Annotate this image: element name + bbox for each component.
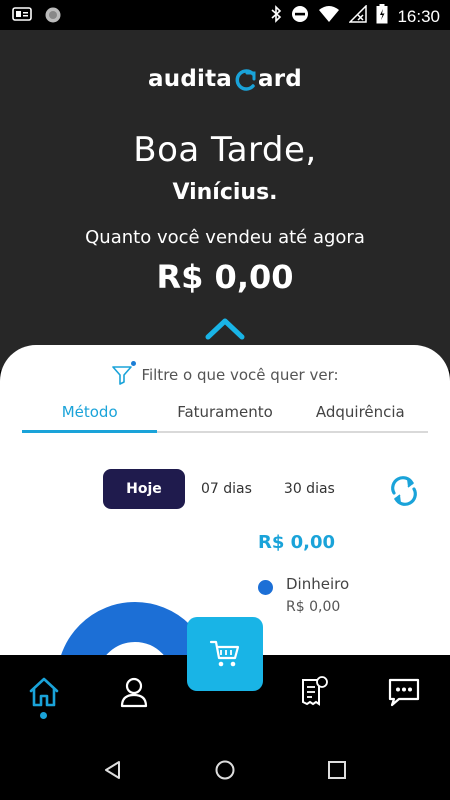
legend-name: Dinheiro (286, 575, 350, 593)
legend-color-dot (258, 580, 273, 595)
tab-bar: Método Faturamento Adquirência (22, 397, 428, 433)
battery-icon (376, 4, 388, 29)
status-bar: 16:30 (0, 0, 450, 30)
tab-metodo[interactable]: Método (22, 397, 158, 433)
logo-c-icon (235, 69, 256, 91)
recents-icon[interactable] (326, 759, 348, 781)
bluetooth-icon (270, 5, 282, 28)
message-icon (12, 7, 32, 28)
header: audita ard Boa Tarde, Vinícius. Quanto v… (0, 30, 450, 370)
logo-text-part2: ard (258, 66, 302, 92)
home-circle-icon[interactable] (214, 759, 236, 781)
tab-faturamento[interactable]: Faturamento (157, 397, 292, 431)
greeting: Boa Tarde, (133, 130, 317, 170)
period-07-dias[interactable]: 07 dias (185, 469, 268, 509)
filter-label: Filtre o que você quer ver: (141, 366, 339, 384)
user-name: Vinícius. (172, 180, 278, 205)
chevron-up-icon[interactable] (203, 313, 247, 343)
app-logo: audita ard (0, 66, 450, 92)
filter-row[interactable]: Filtre o que você quer ver: (0, 361, 450, 385)
summary-card: Filtre o que você quer ver: Método Fatur… (0, 345, 450, 655)
cart-icon (209, 640, 240, 667)
receipt-icon[interactable] (296, 675, 330, 709)
home-icon[interactable] (27, 675, 61, 709)
system-nav-bar (0, 735, 450, 800)
chart-total-value: R$ 0,00 (258, 532, 336, 553)
active-nav-dot (40, 712, 47, 719)
profile-icon[interactable] (117, 675, 151, 709)
period-30-dias[interactable]: 30 dias (268, 469, 351, 509)
filter-indicator-dot (131, 361, 137, 366)
cart-button[interactable] (187, 617, 263, 691)
period-selector: Hoje 07 dias 30 dias (103, 469, 351, 509)
tab-adquirencia[interactable]: Adquirência (293, 397, 428, 431)
sales-question: Quanto você vendeu até agora (85, 227, 365, 248)
chat-icon[interactable] (387, 675, 421, 709)
no-signal-icon (348, 4, 368, 28)
refresh-icon[interactable] (386, 473, 422, 509)
logo-text-part1: audita (148, 66, 233, 92)
wifi-icon (318, 5, 340, 28)
legend-value: R$ 0,00 (286, 599, 341, 615)
back-icon[interactable] (102, 759, 124, 781)
filter-icon[interactable] (111, 361, 137, 385)
do-not-disturb-icon (291, 5, 309, 28)
clock: 16:30 (397, 6, 440, 26)
sync-icon (44, 6, 62, 29)
sales-total: R$ 0,00 (156, 258, 294, 296)
period-hoje[interactable]: Hoje (103, 469, 185, 509)
